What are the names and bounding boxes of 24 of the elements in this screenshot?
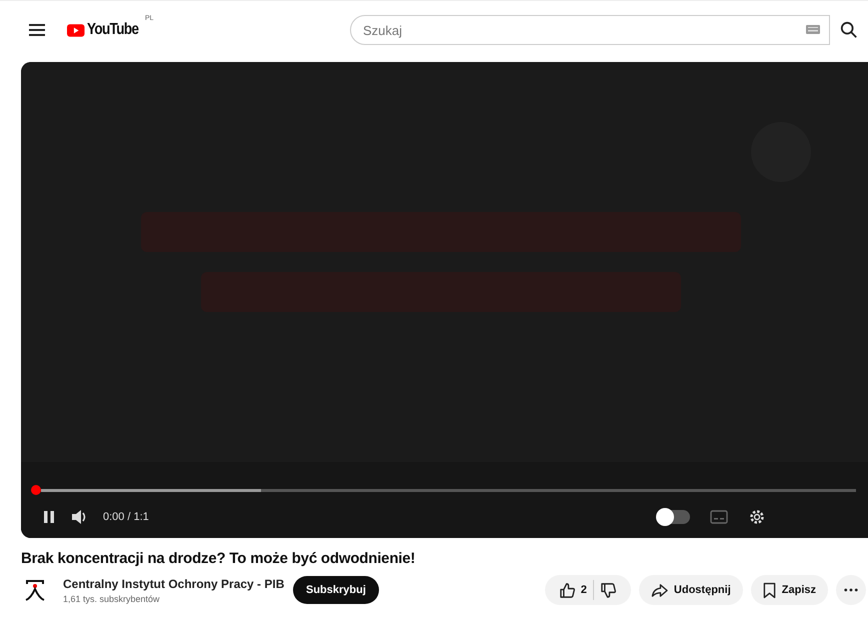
play-logo-icon [67,22,85,38]
autoplay-toggle[interactable] [658,510,690,524]
subscriber-count: 1,61 tys. subskrybentów [63,594,161,604]
subscribe-button[interactable]: Subskrybuj [293,576,379,604]
thumbs-up-icon [558,582,576,598]
save-button[interactable]: Zapisz [750,575,828,605]
bookmark-icon [762,582,776,598]
pause-icon[interactable] [41,509,57,525]
time-display: 0:00 / 1:1 [103,511,149,523]
channel-name[interactable]: Centralny Instytut Ochrony Pracy - PIB [63,576,293,590]
share-button[interactable]: Udostępnij [638,575,743,605]
search-field[interactable]: Szukaj [350,15,830,45]
logo-text[interactable]: YouTube [86,21,138,39]
more-icon [844,588,858,592]
menu-icon[interactable] [29,24,45,36]
settings-icon[interactable] [748,508,766,526]
more-button[interactable] [836,575,866,605]
subtitles-icon[interactable] [710,510,728,524]
search-icon [840,21,858,39]
progress-track[interactable] [41,489,856,492]
thumbs-down-icon [600,582,617,598]
channel-avatar-icon[interactable] [23,578,47,602]
video-title: Brak koncentracji na drodze? To może być odwodnienie! [21,550,416,567]
share-arrow-icon [650,582,668,598]
